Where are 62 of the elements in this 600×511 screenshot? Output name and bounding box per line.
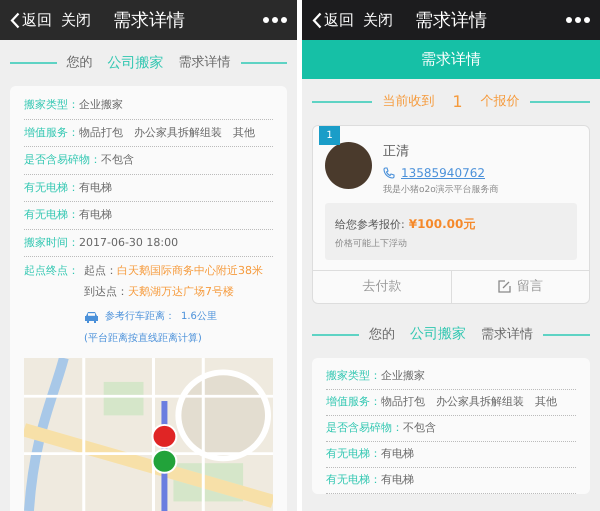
heading-highlight: 公司搬家 <box>108 54 164 72</box>
field-value: 2017-06-30 18:00 <box>79 234 178 250</box>
close-link[interactable]: 关闭 <box>363 8 393 32</box>
heading-highlight: 公司搬家 <box>410 325 466 344</box>
distance-note: (平台距离按直线距离计算) <box>84 332 203 346</box>
field-value: 不包含 <box>403 420 436 436</box>
start-label: 起点： <box>84 263 117 279</box>
field-value: 物品打包 <box>79 124 123 140</box>
price-value: ¥100.00元 <box>408 217 476 231</box>
field-label: 是否含易碎物： <box>326 420 403 436</box>
field-value: 其他 <box>535 394 557 410</box>
field-value: 其他 <box>233 124 255 140</box>
heading-text: 需求详情 <box>481 326 533 344</box>
field-label: 有无电梯： <box>24 180 79 196</box>
distance-value: 1.6公里 <box>181 310 217 324</box>
field-value: 有电梯 <box>79 180 112 196</box>
field-value: 企业搬家 <box>79 97 123 113</box>
field-label: 搬家时间： <box>24 234 79 250</box>
field-value: 有电梯 <box>381 446 414 462</box>
edit-icon <box>498 280 511 293</box>
heading-highlight: 1 <box>452 91 463 113</box>
field-label: 增值服务： <box>24 124 79 140</box>
provider-intro: 我是小猪o2o演示平台服务商 <box>383 184 499 196</box>
index-badge: 1 <box>319 126 340 145</box>
field-value: 办公家具拆解组装 <box>436 394 524 410</box>
field-label: 搬家类型： <box>24 97 79 113</box>
page-title: 需求详情 <box>113 8 185 32</box>
field-label: 有无电梯： <box>24 207 79 223</box>
field-value: 企业搬家 <box>381 368 425 384</box>
close-link[interactable]: 关闭 <box>61 8 91 32</box>
field-label: 起点终点： <box>24 263 80 279</box>
heading-text: 当前收到 <box>382 93 434 112</box>
provider-name: 正清 <box>383 143 410 161</box>
destination-label: 到达点： <box>84 284 128 300</box>
heading-text: 需求详情 <box>178 54 230 72</box>
field-value: 物品打包 <box>381 394 425 410</box>
back-icon <box>10 12 20 28</box>
section-title-bar: 需求详情 <box>302 40 600 79</box>
field-label: 增值服务： <box>326 394 381 410</box>
phone-icon <box>383 166 395 178</box>
page-title: 需求详情 <box>415 8 487 32</box>
price-label: 给您参考报价: <box>335 218 405 231</box>
field-label: 是否含易碎物： <box>24 152 101 168</box>
car-icon <box>84 310 99 322</box>
field-value: 不包含 <box>101 152 134 168</box>
heading-text: 个报价 <box>480 93 520 112</box>
heading-text: 您的 <box>66 54 92 72</box>
field-value: 办公家具拆解组装 <box>134 124 222 140</box>
back-link[interactable]: 返回 <box>10 8 52 32</box>
destination-address: 天鹅湖万达广场7号楼 <box>128 284 234 300</box>
price-note: 价格可能上下浮动 <box>335 238 408 251</box>
avatar-placeholder <box>325 142 372 189</box>
field-value: 有电梯 <box>381 472 414 488</box>
field-label: 有无电梯： <box>326 472 381 488</box>
field-label: 搬家类型： <box>326 368 381 384</box>
back-icon <box>312 12 322 28</box>
field-value: 有电梯 <box>79 207 112 223</box>
distance-label: 参考行车距离： <box>105 310 175 324</box>
back-link[interactable]: 返回 <box>312 8 354 32</box>
start-address: 白天鹅国际商务中心附近38米 <box>117 263 263 279</box>
field-label: 有无电梯： <box>326 446 381 462</box>
heading-text: 您的 <box>369 326 395 344</box>
